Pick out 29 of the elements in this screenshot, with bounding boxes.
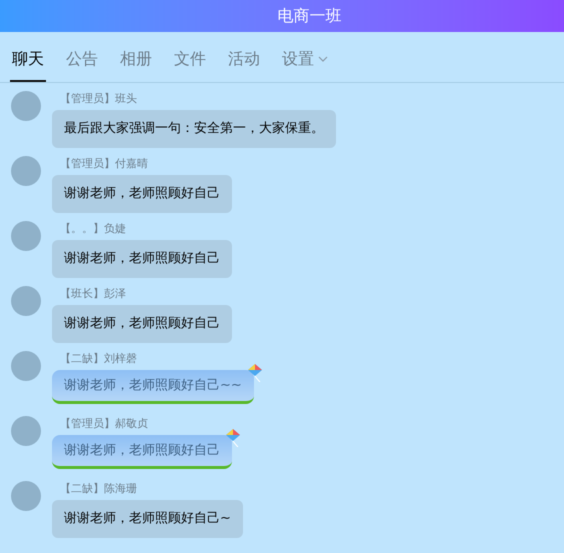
tab[interactable]: 相册	[118, 44, 154, 82]
sender-name: 【管理员】付嘉晴	[60, 156, 149, 172]
avatar-placeholder	[11, 351, 41, 381]
tab[interactable]: 设置	[280, 44, 330, 82]
sender-name: 【二缺】刘梓磬	[60, 351, 138, 367]
avatar-placeholder	[11, 481, 41, 511]
sender-name: 【二缺】陈海珊	[60, 481, 138, 497]
header-title: 电商一班	[278, 5, 342, 27]
chevron-down-icon	[318, 56, 328, 62]
tab[interactable]: 文件	[172, 44, 208, 82]
message-bubble: 最后跟大家强调一句：安全第一，大家保重。	[52, 110, 336, 148]
avatar-placeholder	[11, 156, 41, 186]
kite-icon	[248, 364, 262, 382]
tab[interactable]: 公告	[64, 44, 100, 82]
avatar-placeholder	[11, 221, 41, 251]
sender-name: 【管理员】班头	[60, 91, 138, 107]
kite-icon	[226, 429, 240, 447]
message-bubble: 谢谢老师，老师照顾好自己	[52, 305, 232, 343]
avatar-placeholder	[11, 416, 41, 446]
avatar-placeholder	[11, 286, 41, 316]
avatar-placeholder	[11, 91, 41, 121]
message-bubble: 谢谢老师，老师照顾好自己	[52, 175, 232, 213]
message-bubble: 谢谢老师，老师照顾好自己	[52, 240, 232, 278]
message-bubble: 谢谢老师，老师照顾好自己~	[52, 500, 243, 538]
tab[interactable]: 聊天	[10, 44, 46, 82]
tab[interactable]: 活动	[226, 44, 262, 82]
sender-name: 【班长】彭泽	[60, 286, 127, 302]
sender-name: 【。。】负婕	[60, 221, 127, 237]
sender-name: 【管理员】郝敬贞	[60, 416, 149, 432]
